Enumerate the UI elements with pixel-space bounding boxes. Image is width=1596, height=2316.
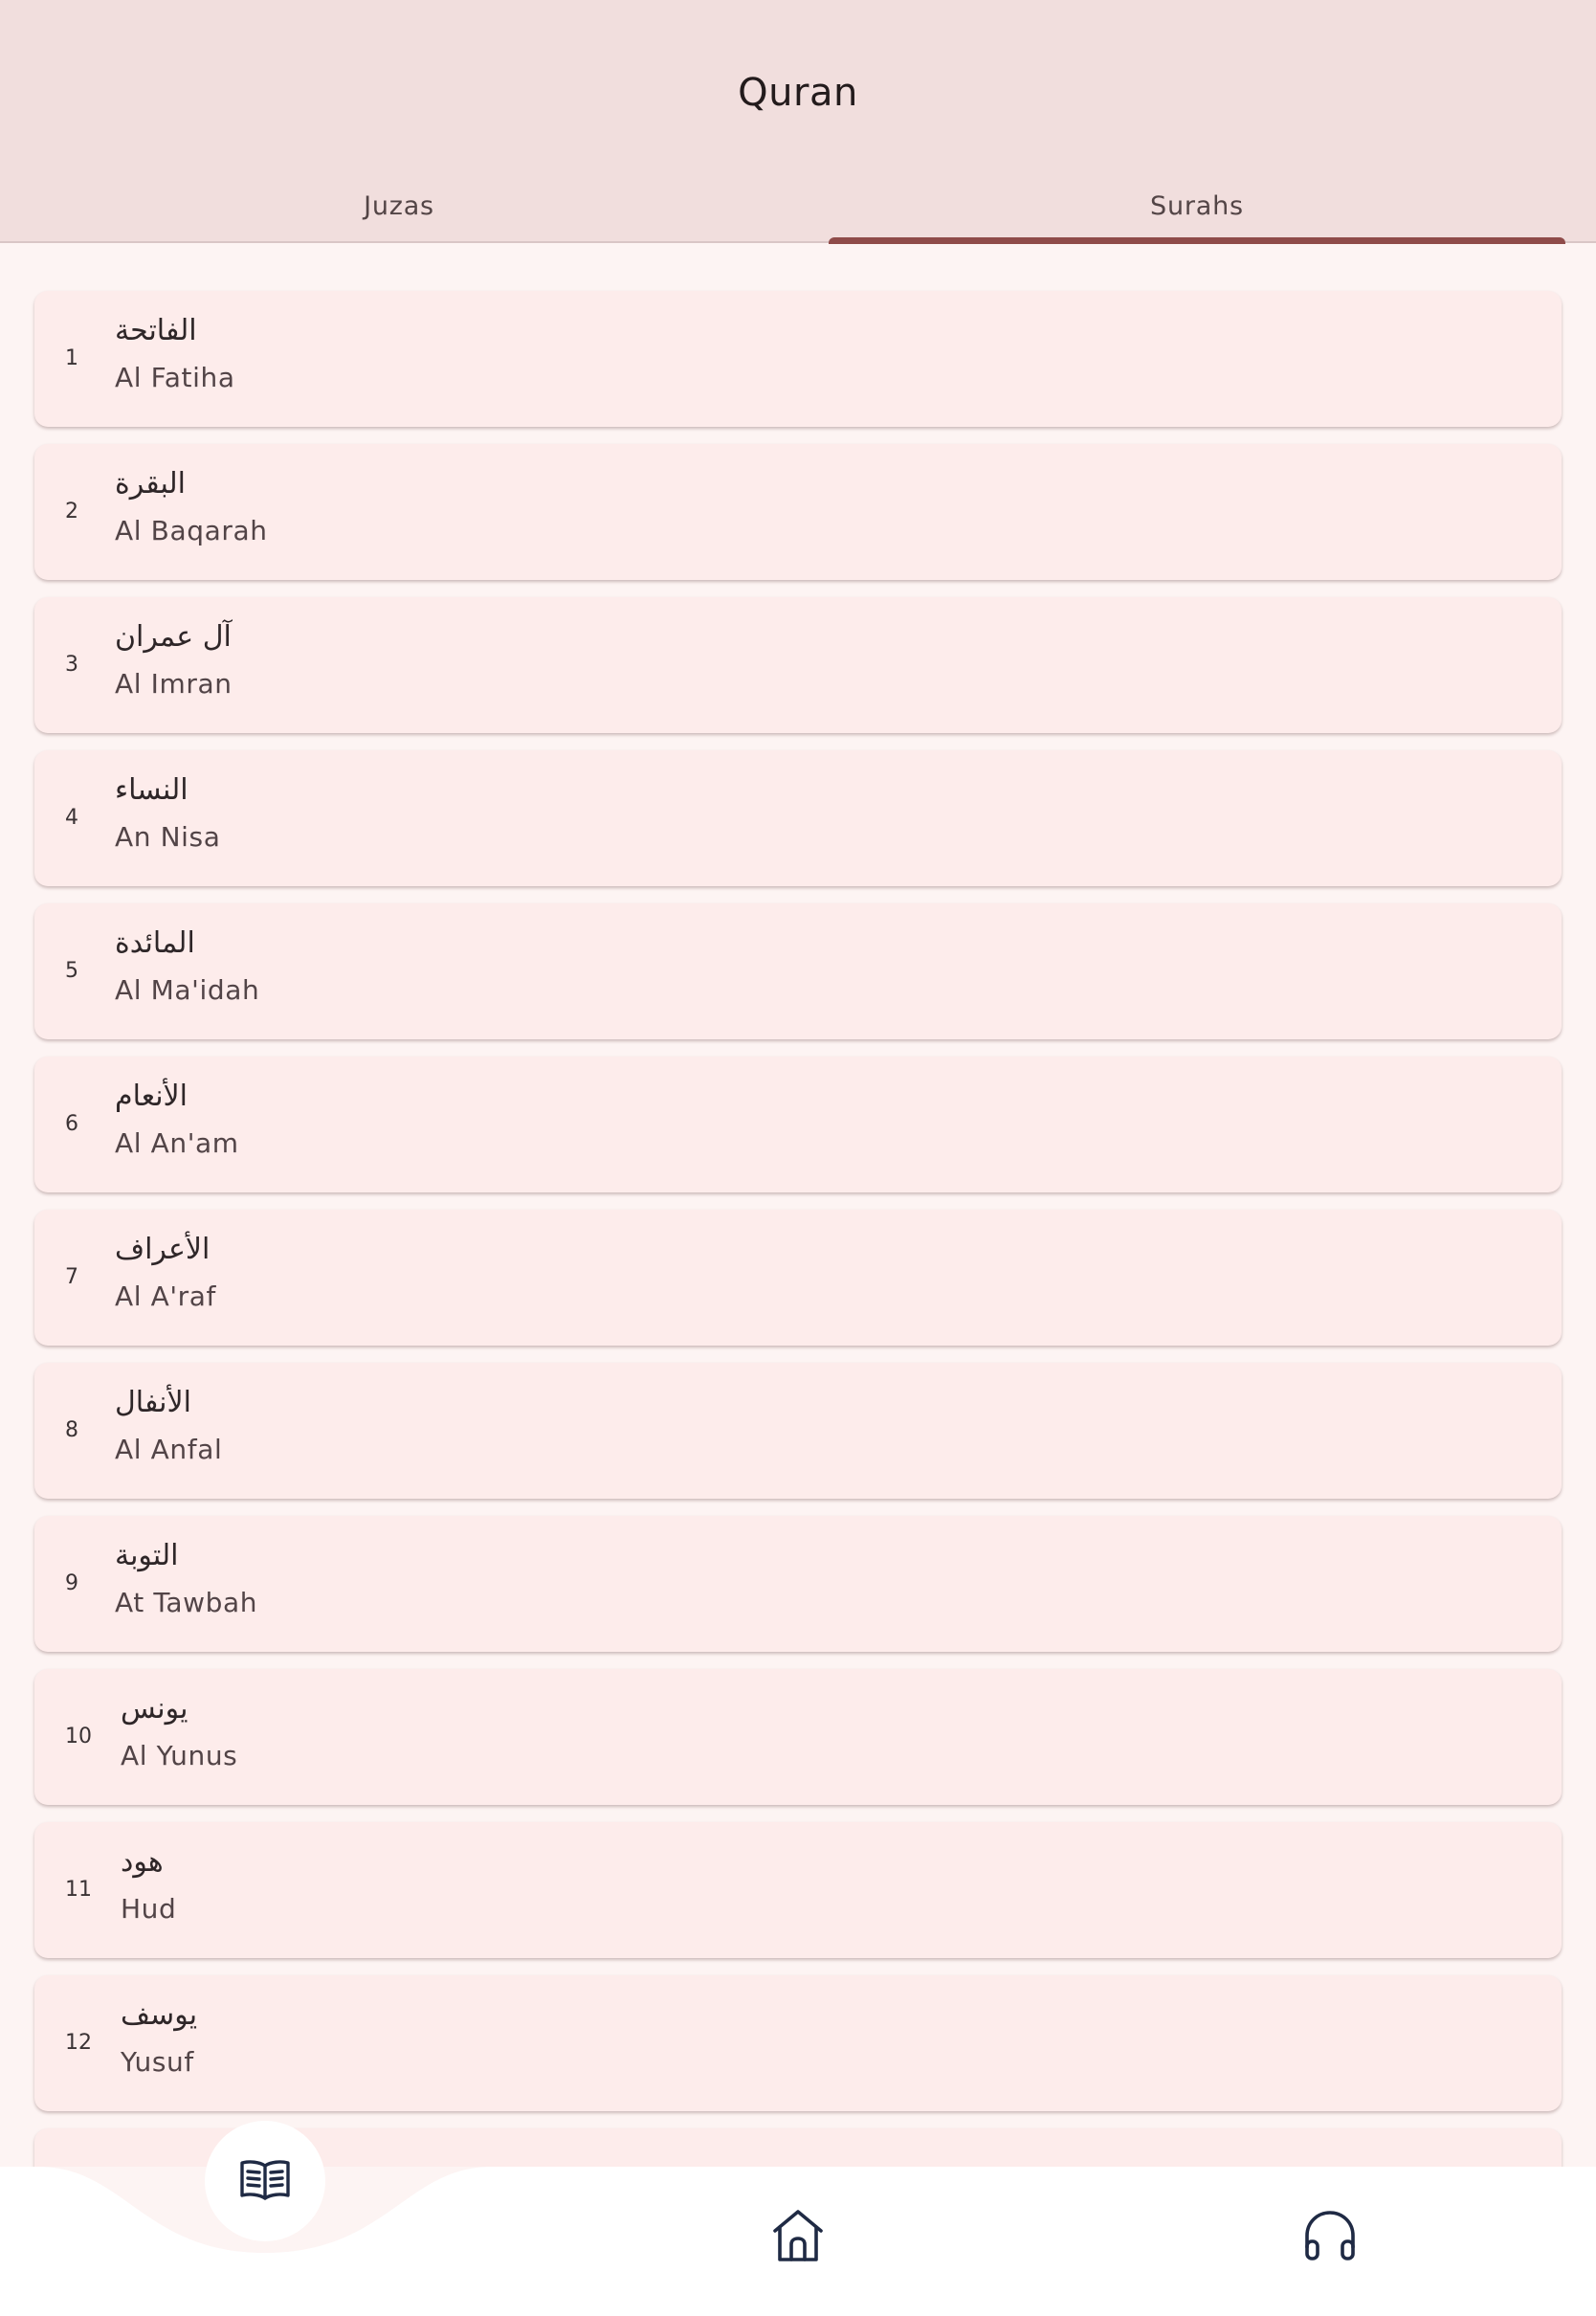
- surah-card[interactable]: 10 يونس Al Yunus: [34, 1669, 1562, 1805]
- surah-card[interactable]: 9 التوبة At Tawbah: [34, 1516, 1562, 1652]
- surah-number: 2: [65, 500, 78, 523]
- page-title: Quran: [738, 71, 858, 115]
- surah-card[interactable]: 6 الأنعام Al An'am: [34, 1057, 1562, 1192]
- surah-number: 10: [65, 1725, 92, 1748]
- surah-arabic-name: المائدة: [115, 926, 195, 960]
- surah-latin-name: Al An'am: [115, 1127, 239, 1159]
- home-icon: [771, 2208, 825, 2267]
- surah-card[interactable]: 3 آل عمران Al Imran: [34, 597, 1562, 733]
- bottom-navigation-bar: [0, 2121, 1596, 2316]
- tab-juzas[interactable]: Juzas: [0, 178, 798, 241]
- surah-number: 7: [65, 1265, 78, 1289]
- surah-arabic-name: هود: [121, 1845, 164, 1879]
- surah-card[interactable]: 11 هود Hud: [34, 1822, 1562, 1958]
- surah-card[interactable]: 8 الأنفال Al Anfal: [34, 1363, 1562, 1499]
- surah-arabic-name: التوبة: [115, 1539, 179, 1572]
- surah-number: 5: [65, 959, 78, 983]
- surah-latin-name: At Tawbah: [115, 1587, 258, 1618]
- tab-surahs[interactable]: Surahs: [798, 178, 1596, 241]
- surah-number: 12: [65, 2031, 92, 2055]
- surah-number: 13: [65, 2128, 92, 2167]
- open-book-icon: [239, 2157, 291, 2205]
- surah-arabic-name: الأنعام: [115, 1080, 188, 1113]
- surah-number: 1: [65, 346, 78, 370]
- surah-card[interactable]: 1 الفاتحة Al Fatiha: [34, 291, 1562, 427]
- surah-list[interactable]: 1 الفاتحة Al Fatiha 2 البقرة Al Baqarah 3 آل عم…: [0, 243, 1596, 2167]
- surah-arabic-name: البقرة: [115, 467, 186, 501]
- surah-number: 9: [65, 1571, 78, 1595]
- surah-card[interactable]: 7 الأعراف Al A'raf: [34, 1210, 1562, 1346]
- surah-arabic-name: آل عمران: [115, 620, 232, 654]
- surah-latin-name: An Nisa: [115, 821, 221, 853]
- surah-arabic-name: النساء: [115, 773, 188, 807]
- surah-arabic-name: الفاتحة: [115, 314, 197, 347]
- surah-number: 6: [65, 1112, 78, 1136]
- nav-quran-button[interactable]: [205, 2121, 325, 2241]
- surah-number: 8: [65, 1418, 78, 1442]
- surah-latin-name: Al Baqarah: [115, 515, 268, 546]
- surah-number: 3: [65, 653, 78, 677]
- surah-latin-name: Al Imran: [115, 668, 233, 700]
- surah-arabic-name: يوسف: [121, 1998, 198, 2032]
- surah-latin-name: Yusuf: [121, 2046, 194, 2078]
- surah-arabic-name: الأنفال: [115, 1386, 191, 1419]
- surah-arabic-name: يونس: [121, 1692, 188, 1726]
- surah-latin-name: Al Ma'idah: [115, 974, 260, 1006]
- surah-card[interactable]: 4 النساء An Nisa: [34, 750, 1562, 886]
- surah-latin-name: Al Fatiha: [115, 362, 235, 393]
- surah-number: 4: [65, 806, 78, 830]
- headphones-icon: [1302, 2209, 1358, 2266]
- surah-latin-name: Hud: [121, 1893, 177, 1925]
- surah-card[interactable]: 2 البقرة Al Baqarah: [34, 444, 1562, 580]
- quran-app: Quran Juzas Surahs 1 الفاتحة Al Fatiha 2 الب…: [0, 0, 1596, 2316]
- surah-latin-name: Al A'raf: [115, 1280, 217, 1312]
- surah-arabic-name: الأعراف: [115, 1233, 211, 1266]
- nav-audio-button[interactable]: [1288, 2195, 1372, 2280]
- nav-home-button[interactable]: [756, 2195, 840, 2280]
- surah-latin-name: Al Anfal: [115, 1434, 223, 1465]
- app-bar: Quran Juzas Surahs: [0, 0, 1596, 244]
- surah-card[interactable]: 12 يوسف Yusuf: [34, 1975, 1562, 2111]
- surah-card[interactable]: 5 المائدة Al Ma'idah: [34, 903, 1562, 1039]
- surah-number: 11: [65, 1878, 92, 1902]
- surah-latin-name: Al Yunus: [121, 1740, 238, 1771]
